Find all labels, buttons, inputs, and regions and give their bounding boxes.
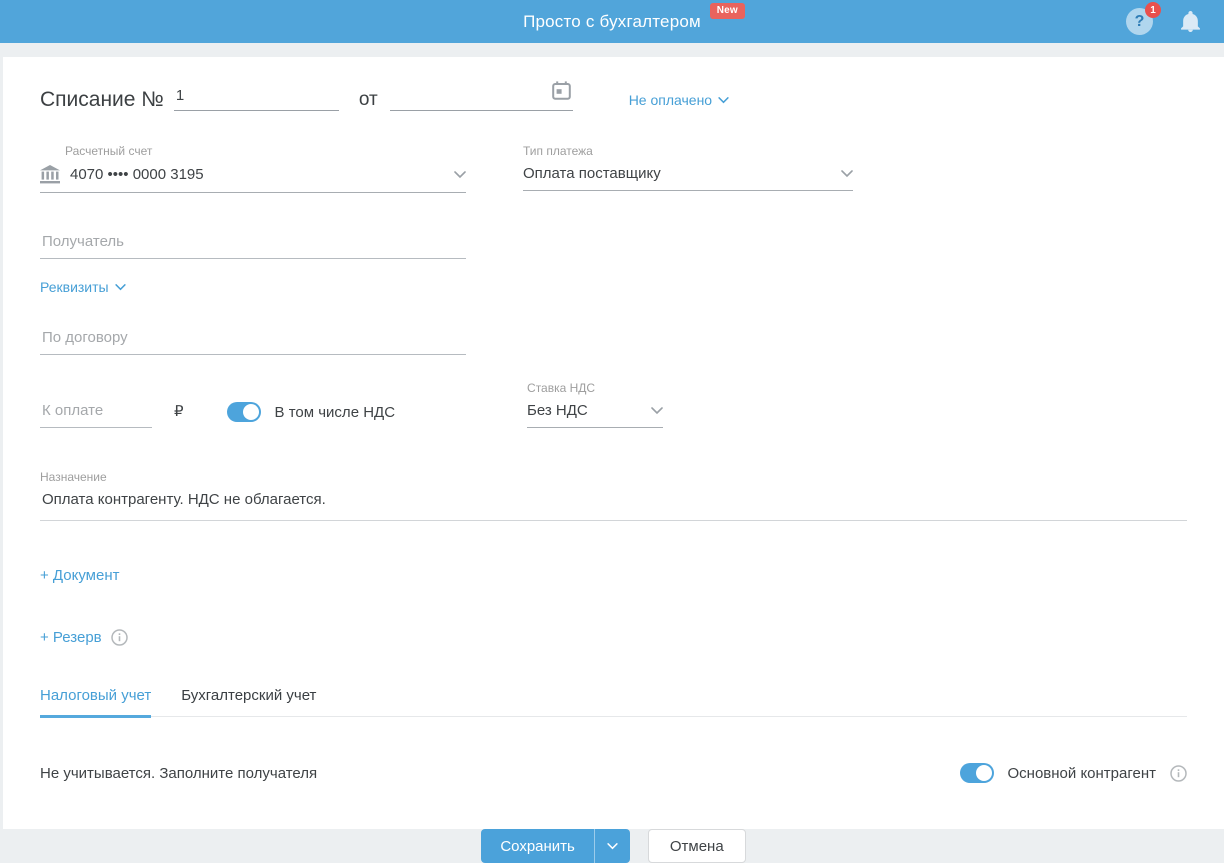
title-row: Списание № от Не оплачено bbox=[40, 87, 1187, 111]
document-number-input[interactable] bbox=[174, 87, 339, 111]
date-field bbox=[390, 87, 573, 111]
purpose-field: Назначение bbox=[40, 470, 1187, 521]
chevron-down-icon bbox=[607, 843, 618, 850]
chevron-down-icon bbox=[651, 407, 663, 415]
tab-tax-accounting[interactable]: Налоговый учет bbox=[40, 687, 151, 718]
calendar-icon[interactable] bbox=[552, 81, 571, 105]
date-input[interactable] bbox=[390, 87, 573, 111]
vat-rate-label: Ставка НДС bbox=[527, 381, 663, 395]
chevron-down-icon bbox=[454, 171, 466, 179]
vat-included-label: В том числе НДС bbox=[275, 404, 395, 421]
vat-rate-select[interactable]: Без НДС bbox=[527, 402, 663, 428]
app-title-text: Просто с бухгалтером bbox=[523, 12, 701, 31]
info-icon[interactable] bbox=[111, 629, 128, 646]
add-reserve-link[interactable]: + Резерв bbox=[40, 629, 128, 646]
help-button[interactable]: ? 1 bbox=[1126, 8, 1153, 35]
payment-status-dropdown[interactable]: Не оплачено bbox=[629, 92, 729, 108]
page-title: Списание № bbox=[40, 88, 164, 111]
account-label: Расчетный счет bbox=[65, 144, 466, 158]
vat-included-toggle[interactable] bbox=[227, 402, 261, 422]
chevron-down-icon bbox=[841, 170, 853, 178]
info-icon[interactable] bbox=[1170, 765, 1187, 782]
document-card: Списание № от Не оплачено Расчетный сч bbox=[3, 57, 1224, 829]
purpose-input[interactable] bbox=[40, 491, 1187, 521]
account-value: 4070 •••• 0000 3195 bbox=[70, 166, 204, 183]
add-document-link[interactable]: + Документ bbox=[40, 567, 119, 584]
recipient-field bbox=[40, 233, 466, 259]
account-row: Расчетный счет 4070 •••• 0000 3195 bbox=[40, 144, 1187, 193]
notifications-button[interactable] bbox=[1181, 11, 1200, 32]
cancel-button[interactable]: Отмена bbox=[648, 829, 746, 863]
tab-bookkeeping[interactable]: Бухгалтерский учет bbox=[181, 687, 316, 718]
contract-field bbox=[40, 329, 466, 355]
action-buttons: Сохранить Отмена bbox=[40, 829, 1187, 863]
add-document-label: + Документ bbox=[40, 567, 119, 584]
payment-type-label: Тип платежа bbox=[523, 144, 853, 158]
amount-input[interactable] bbox=[40, 402, 152, 428]
save-split-button: Сохранить bbox=[481, 829, 630, 863]
tax-info-row: Не учитывается. Заполните получателя Осн… bbox=[40, 763, 1187, 783]
help-notification-badge: 1 bbox=[1145, 2, 1161, 18]
currency-symbol: ₽ bbox=[174, 402, 184, 428]
date-preposition: от bbox=[359, 89, 378, 111]
main-contractor-toggle[interactable] bbox=[960, 763, 994, 783]
amount-row: ₽ В том числе НДС Ставка НДС Без НДС bbox=[40, 381, 1187, 428]
tax-status-message: Не учитывается. Заполните получателя bbox=[40, 765, 317, 782]
vat-rate-value: Без НДС bbox=[527, 402, 588, 419]
account-select[interactable]: 4070 •••• 0000 3195 bbox=[40, 165, 466, 193]
vat-rate-field: Ставка НДС Без НДС bbox=[527, 381, 663, 428]
account-field: Расчетный счет 4070 •••• 0000 3195 bbox=[40, 144, 466, 193]
chevron-down-icon bbox=[718, 97, 729, 104]
payment-type-value: Оплата поставщику bbox=[523, 165, 661, 182]
bell-icon bbox=[1181, 11, 1200, 32]
vat-included-control: В том числе НДС bbox=[227, 402, 395, 428]
payment-status-label: Не оплачено bbox=[629, 92, 712, 108]
app-header: Просто с бухгалтером New ? 1 bbox=[0, 0, 1224, 43]
requisites-expander[interactable]: Реквизиты bbox=[40, 279, 126, 295]
app-title: Просто с бухгалтером New bbox=[523, 12, 701, 32]
payment-type-field: Тип платежа Оплата поставщику bbox=[523, 144, 853, 193]
accounting-tabs: Налоговый учет Бухгалтерский учет bbox=[40, 687, 1187, 717]
main-contractor-label: Основной контрагент bbox=[1008, 765, 1156, 782]
main-contractor-control: Основной контрагент bbox=[960, 763, 1187, 783]
new-badge: New bbox=[710, 3, 745, 19]
bank-icon bbox=[40, 165, 60, 184]
recipient-input[interactable] bbox=[40, 233, 466, 259]
header-icons: ? 1 bbox=[1126, 0, 1200, 43]
chevron-down-icon bbox=[115, 284, 126, 291]
save-button[interactable]: Сохранить bbox=[481, 829, 594, 863]
save-options-button[interactable] bbox=[595, 829, 630, 863]
contract-input[interactable] bbox=[40, 329, 466, 355]
add-reserve-label: + Резерв bbox=[40, 629, 102, 646]
requisites-label: Реквизиты bbox=[40, 279, 109, 295]
payment-type-select[interactable]: Оплата поставщику bbox=[523, 165, 853, 191]
purpose-label: Назначение bbox=[40, 470, 1187, 484]
